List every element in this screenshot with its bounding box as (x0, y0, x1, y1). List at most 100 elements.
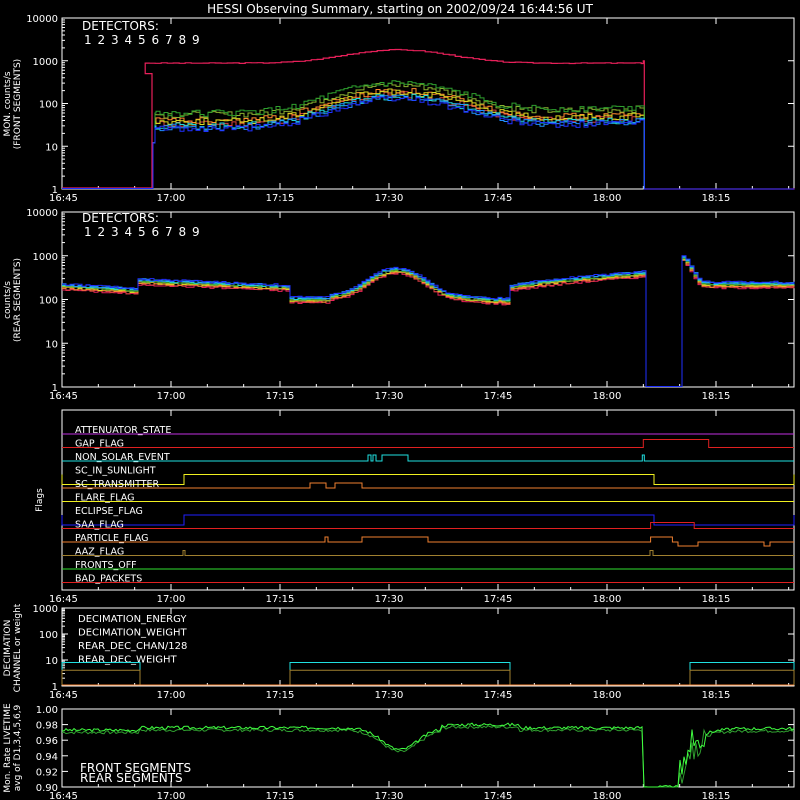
decim-ytick-label: 10 (45, 656, 58, 667)
rear-xtick-label: 17:30 (375, 391, 404, 402)
flag-line (62, 482, 794, 489)
flags-panel-frame (61, 409, 795, 591)
front-detector-label: 5 (138, 33, 146, 47)
flag-line (62, 439, 794, 448)
live-xtick-label: 17:00 (157, 791, 186, 800)
rear-ytick-label: 1 (52, 383, 58, 394)
decim-xtick-label: 18:00 (593, 690, 622, 701)
rear-xtick-label: 17:00 (157, 391, 186, 402)
rear-series-det9 (62, 255, 795, 387)
rear-xtick-label: 18:15 (702, 391, 731, 402)
live-ytick-label: 0.94 (36, 752, 58, 763)
decim-xtick-label: 18:15 (702, 690, 731, 701)
front-ytick-label: 100 (39, 100, 58, 111)
front-series-det7 (62, 93, 795, 190)
decim-ylabel: DECIMATION (3, 620, 13, 677)
rear-xtick-label: 17:45 (484, 391, 513, 402)
flag-line (62, 536, 794, 547)
decim-ytick-label: 1000 (33, 604, 58, 615)
flags-xtick-label: 17:00 (157, 594, 186, 605)
front-xtick-label: 17:30 (375, 193, 404, 204)
live-ylabel: avg of D1,3,4,5,6,9 (13, 704, 23, 791)
decim-series (61, 669, 795, 686)
decim-ylabel: CHANNEL or weight (13, 603, 23, 692)
decim-ytick-label: 1 (52, 682, 58, 693)
front-ylabel: (FRONT SEGMENTS) (13, 59, 23, 149)
rear-series-det8 (62, 256, 795, 387)
decim-legend-item: REAR_DEC_WEIGHT (78, 655, 177, 666)
flag-label: FLARE_FLAG (75, 493, 135, 504)
flag-label: SC_TRANSMITTER (75, 479, 160, 490)
front-xtick-label: 18:00 (593, 193, 622, 204)
flag-line (62, 454, 794, 462)
live-xtick-label: 17:45 (484, 791, 513, 800)
rear-detector-label: 2 (98, 225, 106, 239)
decim-legend-item: REAR_DEC_CHAN/128 (78, 641, 187, 652)
rear-series-det6 (62, 257, 795, 387)
rear-series-det3 (62, 258, 795, 387)
rear-series-det2 (62, 258, 795, 387)
front-series-det9 (62, 96, 795, 190)
decim-series (61, 662, 795, 686)
flag-label: BAD_PACKETS (75, 574, 142, 585)
live-ytick-label: 0.90 (36, 783, 58, 794)
flags-xtick-label: 18:15 (702, 594, 731, 605)
live-ytick-label: 0.98 (36, 721, 58, 732)
rear-ytick-label: 1000 (33, 252, 58, 263)
rear-ytick-label: 100 (39, 296, 58, 307)
flag-label: ATTENUATOR_STATE (75, 425, 171, 436)
decim-ytick-label: 100 (39, 630, 58, 641)
rear-ylabel: counts/s (3, 281, 13, 319)
front-xtick-label: 17:45 (484, 193, 513, 204)
flags-xtick-label: 18:00 (593, 594, 622, 605)
decim-xtick-label: 17:00 (157, 690, 186, 701)
live-ylabel: Mon. Rate LIVETIME (3, 703, 13, 793)
rear-series-det4 (62, 259, 795, 387)
front-xtick-label: 17:00 (157, 193, 186, 204)
front-xtick-label: 18:15 (702, 193, 731, 204)
decim-legend-item: DECIMATION_WEIGHT (78, 628, 187, 639)
rear-ytick-label: 10 (45, 339, 58, 350)
front-legend-title: DETECTORS: (82, 19, 159, 33)
rear-detector-label: 7 (165, 225, 173, 239)
rear-series-det1 (62, 259, 795, 387)
front-series-det8 (62, 94, 795, 190)
front-detector-label: 2 (98, 33, 106, 47)
decim-xtick-label: 17:45 (484, 690, 513, 701)
front-ytick-label: 1000 (33, 57, 58, 68)
front-detector-label: 6 (152, 33, 160, 47)
flag-label: SC_IN_SUNLIGHT (75, 466, 156, 477)
front-detector-label: 3 (111, 33, 119, 47)
front-detector-label: 7 (165, 33, 173, 47)
flag-line (61, 474, 795, 485)
flag-label: ECLIPSE_FLAG (75, 506, 143, 517)
rear-detector-label: 4 (125, 225, 133, 239)
live-xtick-label: 18:00 (593, 791, 622, 800)
front-ytick-label: 10 (45, 142, 58, 153)
rear-xtick-label: 17:15 (266, 391, 295, 402)
flag-label: FRONTS_OFF (75, 560, 137, 571)
front-ytick-label: 1 (52, 185, 58, 196)
live-xtick-label: 17:15 (266, 791, 295, 800)
rear-ylabel: (REAR SEGMENTS) (13, 258, 23, 342)
live-xtick-label: 17:30 (375, 791, 404, 800)
flag-line (62, 550, 794, 556)
front-detector-label: 1 (84, 33, 92, 47)
front-xtick-label: 17:15 (266, 193, 295, 204)
rear-series-det7 (62, 256, 795, 387)
rear-detector-label: 3 (111, 225, 119, 239)
front-ylabel: MON. counts/s (3, 71, 13, 136)
rear-ytick-label: 10000 (26, 208, 58, 219)
live-ytick-label: 1.00 (36, 705, 58, 716)
front-series-det2 (62, 91, 795, 190)
rear-detector-label: 1 (84, 225, 92, 239)
live-legend-item: REAR SEGMENTS (80, 771, 183, 785)
chart-title: HESSI Observing Summary, starting on 200… (207, 2, 593, 16)
flag-label: SAA_FLAG (75, 520, 124, 531)
decim-xtick-label: 17:15 (266, 690, 295, 701)
flags-xtick-label: 17:45 (484, 594, 513, 605)
flag-label: AAZ_FLAG (75, 547, 124, 558)
rear-legend-title: DETECTORS: (82, 211, 159, 225)
front-detector-label: 8 (179, 33, 187, 47)
flag-label: NON_SOLAR_EVENT (75, 452, 170, 463)
